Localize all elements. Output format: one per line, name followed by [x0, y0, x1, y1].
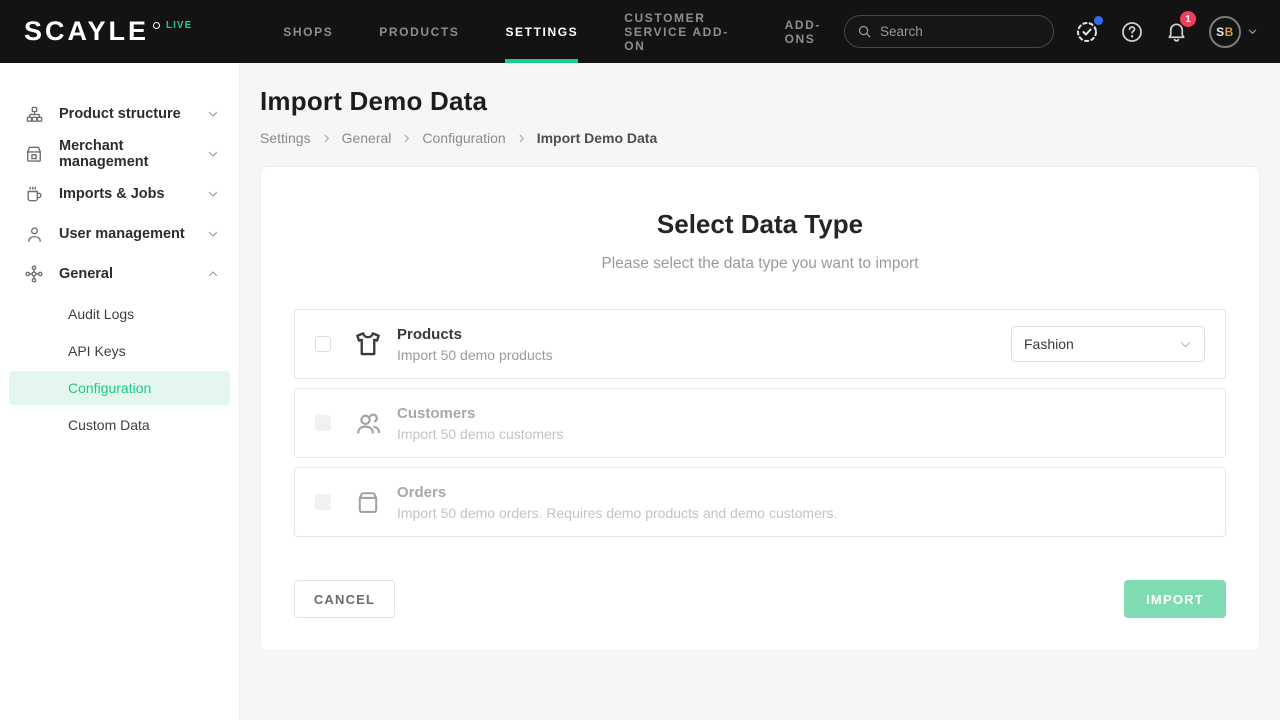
chevron-down-icon — [207, 108, 219, 120]
sidebar-item-label: General — [59, 266, 113, 282]
environment-badge: LIVE — [166, 20, 192, 31]
nav-customer-service-add-on[interactable]: CUSTOMER SERVICE ADD-ON — [601, 0, 761, 63]
sidebar-subitem-configuration[interactable]: Configuration — [9, 371, 230, 405]
search-input[interactable] — [880, 24, 1041, 39]
breadcrumb-import-demo-data: Import Demo Data — [537, 130, 658, 146]
user-icon — [24, 224, 44, 244]
nav-add-ons[interactable]: ADD-ONS — [762, 0, 844, 63]
tshirt-icon — [353, 329, 383, 359]
breadcrumb-configuration[interactable]: Configuration — [422, 130, 505, 146]
customers-checkbox — [315, 415, 331, 431]
sidebar-item-imports-jobs[interactable]: Imports & Jobs — [0, 174, 239, 214]
data-type-options: Products Import 50 demo products Fashion — [294, 309, 1226, 537]
cancel-button[interactable]: CANCEL — [294, 580, 395, 618]
question-mark-icon — [1120, 20, 1144, 44]
mug-icon — [24, 184, 44, 204]
customers-icon — [353, 408, 383, 438]
sidebar-subitem-api-keys[interactable]: API Keys — [9, 334, 230, 368]
option-row-orders: Orders Import 50 demo orders. Requires d… — [294, 467, 1226, 537]
products-checkbox[interactable] — [315, 336, 331, 352]
card-subheading: Please select the data type you want to … — [294, 255, 1226, 273]
search-icon — [857, 24, 872, 39]
chevron-down-icon — [1247, 26, 1258, 37]
sidebar-subitem-custom-data[interactable]: Custom Data — [9, 408, 230, 442]
dialog-actions: CANCEL IMPORT — [294, 580, 1226, 618]
chevron-down-icon — [207, 148, 219, 160]
orders-checkbox — [315, 494, 331, 510]
chevron-up-icon — [207, 268, 219, 280]
unread-dot-badge — [1094, 16, 1103, 25]
main-content: Import Demo Data Settings General Config… — [240, 63, 1280, 720]
avatar-initial: B — [1225, 25, 1234, 39]
sidebar-item-label: Imports & Jobs — [59, 186, 165, 202]
store-icon — [24, 144, 44, 164]
option-row-customers: Customers Import 50 demo customers — [294, 388, 1226, 458]
nav-settings[interactable]: SETTINGS — [482, 0, 601, 63]
option-row-products[interactable]: Products Import 50 demo products Fashion — [294, 309, 1226, 379]
user-menu[interactable]: SB — [1209, 16, 1258, 48]
products-category-select[interactable]: Fashion — [1011, 326, 1205, 362]
sidebar-item-product-structure[interactable]: Product structure — [0, 94, 239, 134]
hub-icon — [24, 264, 44, 284]
global-search[interactable] — [844, 15, 1054, 48]
option-description: Import 50 demo orders. Requires demo pro… — [397, 505, 837, 521]
orders-box-icon — [353, 487, 383, 517]
sidebar-item-general[interactable]: General — [0, 254, 239, 294]
brand-name: SCAYLE — [24, 16, 149, 47]
avatar: SB — [1209, 16, 1241, 48]
top-navigation-bar: SCAYLE LIVE SHOPS PRODUCTS SETTINGS CUST… — [0, 0, 1280, 63]
chevron-right-icon — [401, 133, 412, 144]
select-value: Fashion — [1024, 336, 1074, 352]
notifications-button[interactable]: 1 — [1165, 20, 1188, 43]
sidebar-item-label: User management — [59, 226, 185, 242]
updates-button[interactable] — [1075, 20, 1099, 44]
hierarchy-icon — [24, 104, 44, 124]
option-description: Import 50 demo customers — [397, 426, 564, 442]
sidebar-item-label: Product structure — [59, 106, 181, 122]
avatar-initial: S — [1216, 25, 1225, 39]
card-heading: Select Data Type — [294, 209, 1226, 240]
breadcrumb: Settings General Configuration Import De… — [260, 130, 1260, 146]
sidebar-item-merchant-management[interactable]: Merchant management — [0, 134, 239, 174]
sidebar-item-user-management[interactable]: User management — [0, 214, 239, 254]
brand-logo[interactable]: SCAYLE LIVE — [24, 0, 192, 63]
brand-circle-icon — [153, 22, 160, 29]
option-title: Customers — [397, 405, 564, 422]
sidebar-subitem-audit-logs[interactable]: Audit Logs — [9, 297, 230, 331]
help-button[interactable] — [1120, 20, 1144, 44]
page-title: Import Demo Data — [260, 86, 1260, 117]
breadcrumb-settings[interactable]: Settings — [260, 130, 311, 146]
option-title: Orders — [397, 484, 837, 501]
chevron-down-icon — [207, 228, 219, 240]
option-description: Import 50 demo products — [397, 347, 553, 363]
chevron-right-icon — [516, 133, 527, 144]
sidebar-item-label: Merchant management — [59, 138, 207, 170]
option-title: Products — [397, 326, 553, 343]
chevron-down-icon — [207, 188, 219, 200]
nav-shops[interactable]: SHOPS — [260, 0, 356, 63]
nav-products[interactable]: PRODUCTS — [356, 0, 482, 63]
import-demo-data-card: Select Data Type Please select the data … — [260, 166, 1260, 651]
chevron-right-icon — [321, 133, 332, 144]
notification-count-badge: 1 — [1180, 11, 1196, 27]
chevron-down-icon — [1179, 338, 1192, 351]
topbar-actions: 1 SB — [844, 0, 1258, 63]
breadcrumb-general[interactable]: General — [342, 130, 392, 146]
top-nav: SHOPS PRODUCTS SETTINGS CUSTOMER SERVICE… — [260, 0, 844, 63]
sidebar: Product structure Merchant management — [0, 63, 240, 720]
import-button[interactable]: IMPORT — [1124, 580, 1226, 618]
